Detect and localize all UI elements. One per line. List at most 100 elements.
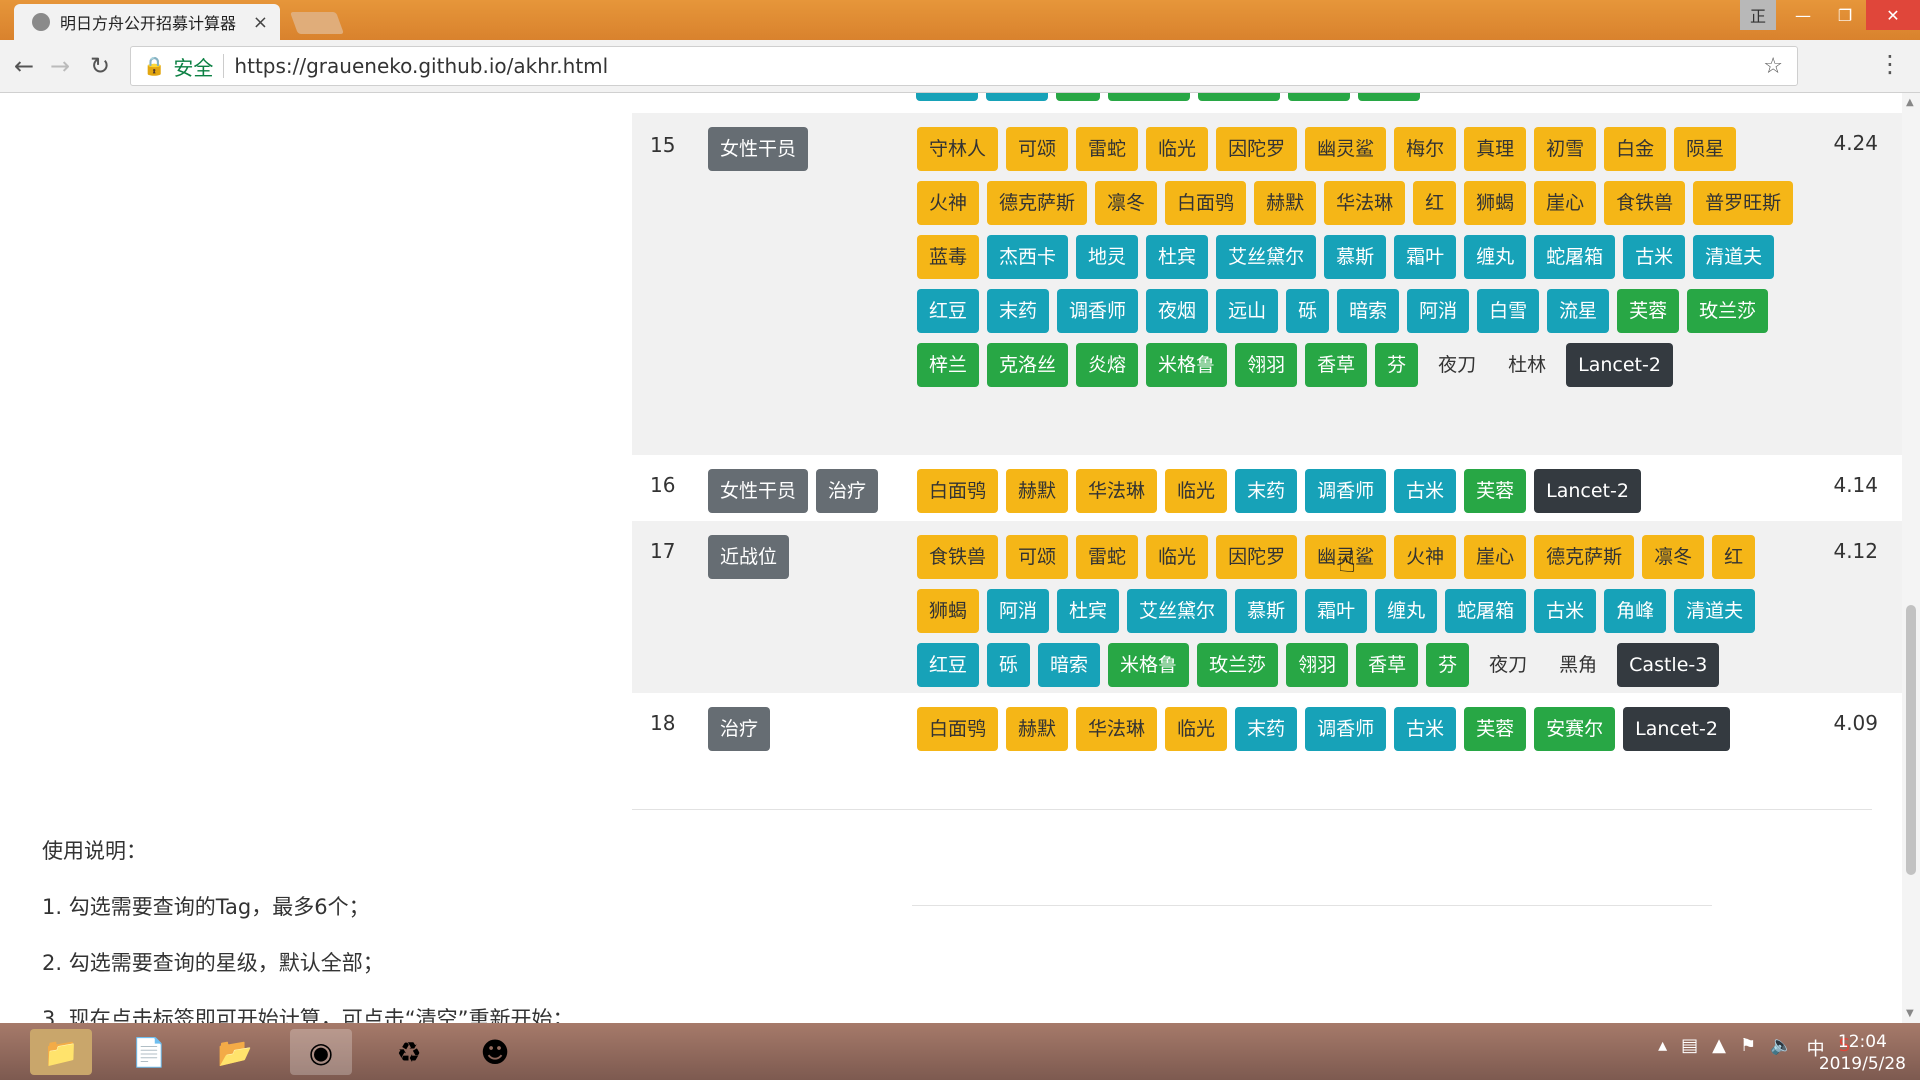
operator-chip: 翎羽 xyxy=(1286,643,1349,687)
chrome-icon[interactable]: ◉ xyxy=(290,1029,352,1075)
row-tags: 治疗 xyxy=(708,707,771,751)
row-tags: 近战位 xyxy=(708,535,790,579)
network-icon[interactable]: ▤ xyxy=(1681,1035,1698,1061)
operator-chip: 白金 xyxy=(1604,127,1667,171)
scrollbar-thumb[interactable] xyxy=(1906,605,1916,875)
operator-list: 白面鸮 赫默 华法琳 临光 末药 调香师 古米 芙蓉 安赛尔 Lancet-2 xyxy=(917,707,1797,751)
row-index: 18 xyxy=(650,711,676,735)
operator-chip: 可颂 xyxy=(1006,127,1069,171)
page-scrollbar[interactable]: ▲ ▼ xyxy=(1902,93,1920,1023)
browser-tab[interactable]: 明日方舟公开招募计算器 × xyxy=(14,4,280,40)
file-explorer-icon[interactable]: 📁 xyxy=(30,1029,92,1075)
operator-chip: 临光 xyxy=(1165,469,1228,513)
operator-chip: 赫默 xyxy=(1006,707,1069,751)
tab-title: 明日方舟公开招募计算器 xyxy=(60,14,237,33)
operator-chip: 芙蓉 xyxy=(1617,289,1680,333)
operator-chip: 狮蝎 xyxy=(917,589,980,633)
operator-chip: 夜刀 xyxy=(1489,654,1528,676)
operator-chip: 夜刀 xyxy=(1438,354,1477,376)
browser-toolbar: ← → ↻ 🔒 安全 https://graueneko.github.io/a… xyxy=(0,40,1920,93)
operator-chip: 艾丝黛尔 xyxy=(1216,235,1317,279)
operator-chip: 芬 xyxy=(1375,343,1419,387)
minimize-icon[interactable]: — xyxy=(1782,0,1824,30)
operator-chip: 香草 xyxy=(1356,643,1419,687)
operator-chip: 崖心 xyxy=(1534,181,1597,225)
reload-icon[interactable]: ↻ xyxy=(90,52,110,80)
recruit-tag: 女性干员 xyxy=(708,469,809,513)
usage-instructions: 使用说明： 1. 勾选需要查询的Tag，最多6个； 2. 勾选需要查询的星级，默… xyxy=(42,835,573,1023)
operator-chip: 华法琳 xyxy=(1076,469,1158,513)
operator-chip: 黑角 xyxy=(1559,654,1598,676)
operator-chip: 雷蛇 xyxy=(1076,127,1139,171)
operator-chip: Lancet-2 xyxy=(1534,469,1641,513)
game-app-icon[interactable]: ☻ xyxy=(464,1029,526,1075)
operator-chip: 凛冬 xyxy=(1642,535,1705,579)
sync-app-icon[interactable]: ♻ xyxy=(378,1029,440,1075)
operator-chip: 安赛尔 xyxy=(1534,707,1616,751)
row-score: 4.24 xyxy=(1833,131,1878,155)
operator-list: 白面鸮 赫默 华法琳 临光 末药 调香师 古米 芙蓉 Lancet-2 xyxy=(917,469,1797,513)
operator-chip: 阿消 xyxy=(987,589,1050,633)
address-bar[interactable]: 🔒 安全 https://graueneko.github.io/akhr.ht… xyxy=(130,46,1798,86)
row-tags: 女性干员 治疗 xyxy=(708,469,879,513)
tab-close-icon[interactable]: × xyxy=(253,12,268,33)
operator-chip: 火神 xyxy=(917,181,980,225)
operator-chip: 炎熔 xyxy=(1076,343,1139,387)
show-hidden-icons-icon[interactable]: ▴ xyxy=(1658,1035,1667,1061)
back-arrow-icon[interactable]: ← xyxy=(14,52,34,80)
operator-chip: 慕斯 xyxy=(1324,235,1387,279)
notepad-icon[interactable]: 📄 xyxy=(118,1029,180,1075)
operator-chip: 流星 xyxy=(1547,289,1610,333)
row-tags: 女性干员 xyxy=(708,127,809,171)
restore-icon[interactable]: ❐ xyxy=(1824,0,1866,30)
operator-chip: 阿消 xyxy=(1407,289,1470,333)
scroll-up-icon[interactable]: ▲ xyxy=(1906,97,1914,108)
operator-chip: 芬 xyxy=(1426,643,1470,687)
page-content: 15 女性干员 守林人 可颂 雷蛇 临光 因陀罗 幽灵鲨 梅尔 真理 初雪 白金 陨星 火神 德克萨斯凛… xyxy=(0,93,1920,1023)
row-index: 15 xyxy=(650,133,676,157)
operator-chip: 古米 xyxy=(1394,707,1457,751)
operator-chip: 因陀罗 xyxy=(1216,535,1298,579)
operator-chip: 慕斯 xyxy=(1235,589,1298,633)
operator-chip: 夜烟 xyxy=(1146,289,1209,333)
favicon-icon xyxy=(32,13,50,31)
flag-icon[interactable]: ⚑ xyxy=(1740,1035,1756,1061)
forward-arrow-icon[interactable]: → xyxy=(50,52,70,80)
ime-indicator: 正 xyxy=(1740,0,1776,30)
new-tab-button[interactable] xyxy=(289,12,345,34)
taskbar-clock[interactable]: 12:04 2019/5/28 xyxy=(1819,1031,1906,1075)
recruit-tag: 女性干员 xyxy=(708,127,809,171)
signal-icon[interactable]: ▲ xyxy=(1712,1035,1726,1061)
operator-chip: Castle-3 xyxy=(1617,643,1720,687)
recruit-tag: 治疗 xyxy=(708,707,771,751)
operator-chip: 芙蓉 xyxy=(1464,707,1527,751)
operator-chip: 白面鸮 xyxy=(917,469,999,513)
operator-list: 食铁兽 可颂 雷蛇 临光 因陀罗 幽灵鲨 火神 崖心 德克萨斯 凛冬红狮蝎 阿消 杜宾 艾丝黛尔 慕斯 霜叶… xyxy=(917,535,1797,687)
operator-chip: 华法琳 xyxy=(1076,707,1158,751)
operator-chip: 砾 xyxy=(987,643,1031,687)
operator-chip: 霜叶 xyxy=(1394,235,1457,279)
operator-chip: 艾丝黛尔 xyxy=(1127,589,1228,633)
recruit-tag: 近战位 xyxy=(708,535,790,579)
browser-menu-icon[interactable]: ⋮ xyxy=(1878,50,1902,78)
operator-chip: 玫兰莎 xyxy=(1197,643,1279,687)
row-score: 4.14 xyxy=(1833,473,1878,497)
operator-list: 守林人 可颂 雷蛇 临光 因陀罗 幽灵鲨 梅尔 真理 初雪 白金 陨星 火神 德克萨斯 凛冬 白面鸮 赫默 华法… xyxy=(917,127,1797,387)
bookmark-star-icon[interactable]: ☆ xyxy=(1763,54,1783,79)
table-bottom-divider xyxy=(632,809,1872,810)
operator-chip: 霜叶 xyxy=(1305,589,1368,633)
operator-chip: 缠丸 xyxy=(1464,235,1527,279)
operator-chip: 芙蓉 xyxy=(1464,469,1527,513)
operator-chip: 赫默 xyxy=(1254,181,1317,225)
volume-icon[interactable]: 🔈 xyxy=(1770,1035,1792,1061)
operator-chip: 食铁兽 xyxy=(917,535,999,579)
result-row: 17 近战位 食铁兽 可颂 雷蛇 临光 因陀罗 幽灵鲨 火神 崖心 德克萨斯 凛冬红狮蝎 阿消 杜宾艾… xyxy=(632,521,1902,693)
url-text[interactable]: https://graueneko.github.io/akhr.html xyxy=(234,54,608,78)
operator-chip: 红豆 xyxy=(917,289,980,333)
scroll-down-icon[interactable]: ▼ xyxy=(1906,1008,1914,1019)
operator-chip: 调香师 xyxy=(1305,469,1387,513)
folder-icon[interactable]: 📂 xyxy=(204,1029,266,1075)
secure-label: 安全 xyxy=(173,55,214,80)
window-close-icon[interactable]: ✕ xyxy=(1866,0,1920,30)
operator-chip: 陨星 xyxy=(1674,127,1737,171)
